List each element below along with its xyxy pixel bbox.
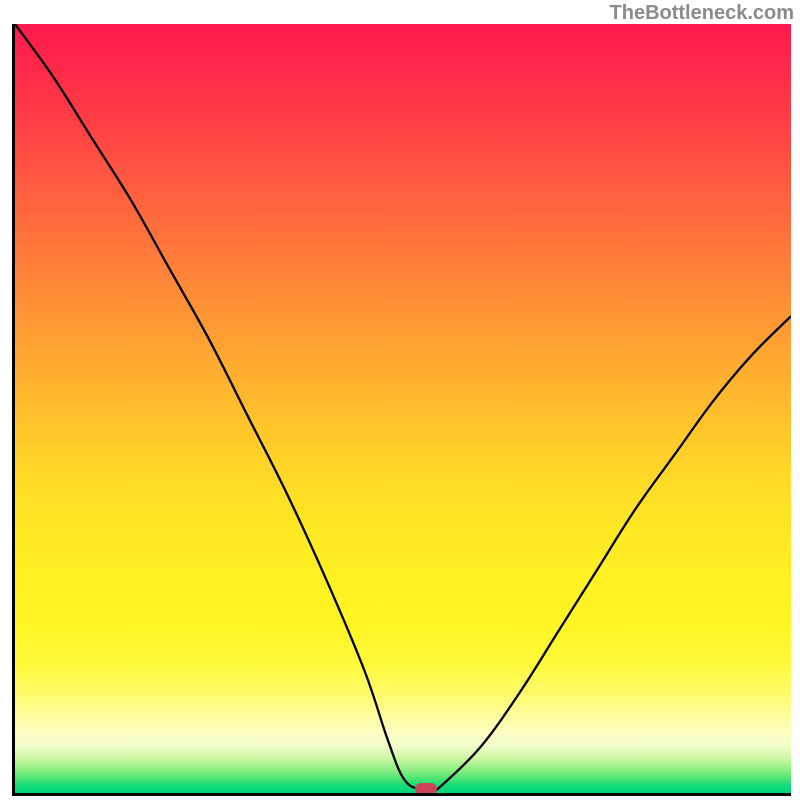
attribution-label: TheBottleneck.com xyxy=(610,2,794,25)
chart-container: TheBottleneck.com xyxy=(0,0,800,800)
curve-path xyxy=(15,24,791,790)
plot-area xyxy=(12,24,791,796)
bottleneck-curve xyxy=(15,24,791,793)
optimal-marker xyxy=(415,783,437,795)
